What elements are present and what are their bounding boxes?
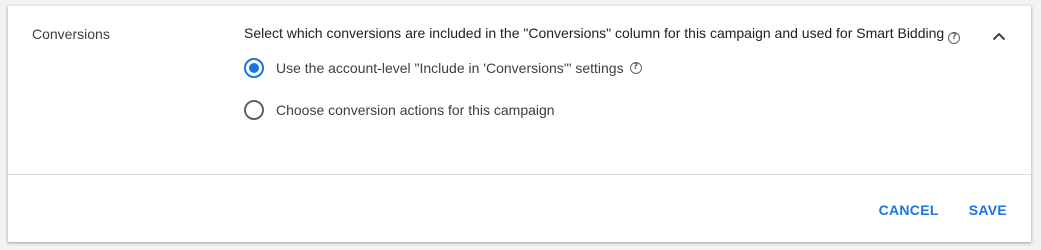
card-divider xyxy=(8,174,1031,175)
conversions-settings-card: Conversions Select which conversions are… xyxy=(8,6,1031,242)
radio-campaign-level[interactable] xyxy=(244,99,264,120)
option-campaign-level[interactable]: Choose conversion actions for this campa… xyxy=(244,99,964,120)
radio-account-level[interactable] xyxy=(244,57,264,78)
save-button[interactable]: SAVE xyxy=(961,196,1015,224)
section-label: Conversions xyxy=(32,26,110,42)
card-actions: CANCEL SAVE xyxy=(857,196,1015,224)
cancel-button[interactable]: CANCEL xyxy=(871,196,947,224)
help-circle-icon[interactable]: ? xyxy=(629,61,642,74)
option-campaign-level-label: Choose conversion actions for this campa… xyxy=(276,101,555,118)
conversion-options-group: Use the account-level "Include in 'Conve… xyxy=(244,57,964,120)
chevron-up-icon xyxy=(992,32,1006,40)
collapse-button[interactable] xyxy=(989,26,1009,46)
option-account-level[interactable]: Use the account-level "Include in 'Conve… xyxy=(244,57,964,78)
description-text: Select which conversions are included in… xyxy=(244,25,945,41)
radio-selected-dot xyxy=(249,62,259,73)
option-account-level-label: Use the account-level "Include in 'Conve… xyxy=(276,59,624,76)
section-description: Select which conversions are included in… xyxy=(244,24,964,44)
help-circle-icon[interactable]: ? xyxy=(948,31,961,44)
section-content: Select which conversions are included in… xyxy=(244,24,964,142)
